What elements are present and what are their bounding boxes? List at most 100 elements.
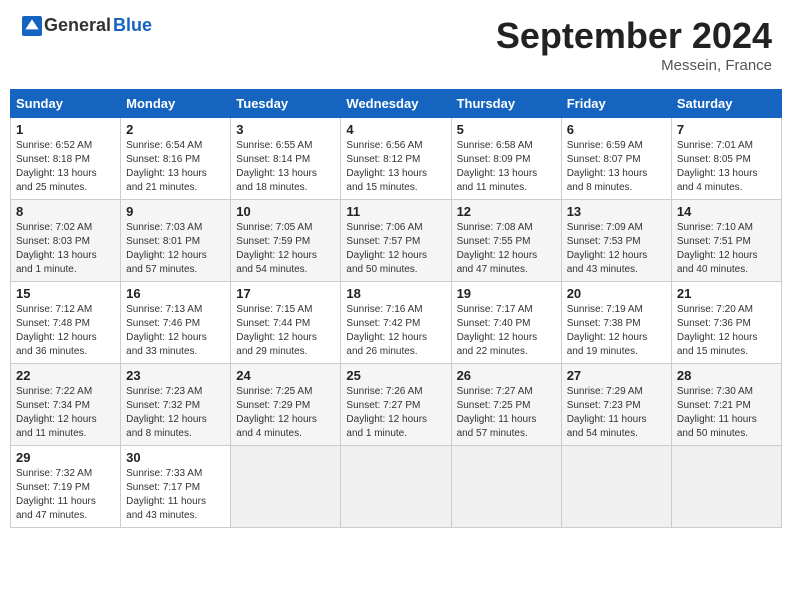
day-number: 23 [126, 368, 225, 383]
day-number: 3 [236, 122, 335, 137]
calendar-week-3: 15 Sunrise: 7:12 AM Sunset: 7:48 PM Dayli… [11, 282, 782, 364]
day-info: Sunrise: 7:03 AM Sunset: 8:01 PM Dayligh… [126, 221, 225, 277]
calendar-week-2: 8 Sunrise: 7:02 AM Sunset: 8:03 PM Daylig… [11, 200, 782, 282]
day-number: 24 [236, 368, 335, 383]
day-info: Sunrise: 7:33 AM Sunset: 7:17 PM Dayligh… [126, 467, 225, 523]
day-number: 20 [567, 286, 666, 301]
day-info: Sunrise: 7:29 AM Sunset: 7:23 PM Dayligh… [567, 385, 666, 441]
day-number: 21 [677, 286, 776, 301]
day-info: Sunrise: 6:58 AM Sunset: 8:09 PM Dayligh… [457, 139, 556, 195]
table-row: 13 Sunrise: 7:09 AM Sunset: 7:53 PM Dayli… [561, 200, 671, 282]
table-row: 29Sunrise: 7:32 AM Sunset: 7:19 PM Dayli… [11, 446, 121, 528]
table-row: 19Sunrise: 7:17 AM Sunset: 7:40 PM Dayli… [451, 282, 561, 364]
day-info: Sunrise: 7:22 AM Sunset: 7:34 PM Dayligh… [16, 385, 115, 441]
table-row: 9 Sunrise: 7:03 AM Sunset: 8:01 PM Daylig… [121, 200, 231, 282]
day-info: Sunrise: 6:52 AM Sunset: 8:18 PM Dayligh… [16, 139, 115, 195]
day-info: Sunrise: 7:10 AM Sunset: 7:51 PM Dayligh… [677, 221, 776, 277]
day-number: 14 [677, 204, 776, 219]
day-info: Sunrise: 7:26 AM Sunset: 7:27 PM Dayligh… [346, 385, 445, 441]
day-info: Sunrise: 7:19 AM Sunset: 7:38 PM Dayligh… [567, 303, 666, 359]
table-row: 10 Sunrise: 7:05 AM Sunset: 7:59 PM Dayli… [231, 200, 341, 282]
day-number: 9 [126, 204, 225, 219]
table-row: 15 Sunrise: 7:12 AM Sunset: 7:48 PM Dayli… [11, 282, 121, 364]
table-row: 30 Sunrise: 7:33 AM Sunset: 7:17 PM Dayli… [121, 446, 231, 528]
day-number: 22 [16, 368, 115, 383]
logo: General Blue [20, 15, 152, 36]
page-header: General Blue September 2024 Messein, Fra… [10, 10, 782, 79]
day-info: Sunrise: 6:54 AM Sunset: 8:16 PM Dayligh… [126, 139, 225, 195]
day-number: 7 [677, 122, 776, 137]
table-row: 27 Sunrise: 7:29 AM Sunset: 7:23 PM Dayli… [561, 364, 671, 446]
table-row: 23 Sunrise: 7:23 AM Sunset: 7:32 PM Dayli… [121, 364, 231, 446]
title-section: September 2024 Messein, France [496, 15, 772, 74]
day-number: 29 [16, 450, 115, 465]
day-number: 16 [126, 286, 225, 301]
table-row: 21 Sunrise: 7:20 AM Sunset: 7:36 PM Dayli… [671, 282, 781, 364]
table-row [231, 446, 341, 528]
table-row [561, 446, 671, 528]
calendar-table: Sunday Monday Tuesday Wednesday Thursday… [10, 89, 782, 528]
table-row: 12Sunrise: 7:08 AM Sunset: 7:55 PM Dayli… [451, 200, 561, 282]
day-number: 8 [16, 204, 115, 219]
day-number: 2 [126, 122, 225, 137]
table-row: 4 Sunrise: 6:56 AM Sunset: 8:12 PM Daylig… [341, 118, 451, 200]
table-row [341, 446, 451, 528]
table-row: 1 Sunrise: 6:52 AM Sunset: 8:18 PM Daylig… [11, 118, 121, 200]
table-row: 2 Sunrise: 6:54 AM Sunset: 8:16 PM Daylig… [121, 118, 231, 200]
day-info: Sunrise: 7:30 AM Sunset: 7:21 PM Dayligh… [677, 385, 776, 441]
col-friday: Friday [561, 90, 671, 118]
day-info: Sunrise: 7:02 AM Sunset: 8:03 PM Dayligh… [16, 221, 115, 277]
table-row: 28Sunrise: 7:30 AM Sunset: 7:21 PM Dayli… [671, 364, 781, 446]
month-title: September 2024 [496, 15, 772, 57]
table-row: 25Sunrise: 7:26 AM Sunset: 7:27 PM Dayli… [341, 364, 451, 446]
col-monday: Monday [121, 90, 231, 118]
day-info: Sunrise: 6:56 AM Sunset: 8:12 PM Dayligh… [346, 139, 445, 195]
table-row: 6Sunrise: 6:59 AM Sunset: 8:07 PM Daylig… [561, 118, 671, 200]
day-number: 15 [16, 286, 115, 301]
table-row: 20 Sunrise: 7:19 AM Sunset: 7:38 PM Dayli… [561, 282, 671, 364]
col-sunday: Sunday [11, 90, 121, 118]
day-number: 18 [346, 286, 445, 301]
day-number: 4 [346, 122, 445, 137]
table-row: 8 Sunrise: 7:02 AM Sunset: 8:03 PM Daylig… [11, 200, 121, 282]
day-info: Sunrise: 7:23 AM Sunset: 7:32 PM Dayligh… [126, 385, 225, 441]
day-info: Sunrise: 7:12 AM Sunset: 7:48 PM Dayligh… [16, 303, 115, 359]
day-number: 10 [236, 204, 335, 219]
day-info: Sunrise: 7:06 AM Sunset: 7:57 PM Dayligh… [346, 221, 445, 277]
day-number: 30 [126, 450, 225, 465]
day-number: 5 [457, 122, 556, 137]
logo-general-text: General [44, 15, 111, 36]
table-row [451, 446, 561, 528]
table-row: 16 Sunrise: 7:13 AM Sunset: 7:46 PM Dayli… [121, 282, 231, 364]
day-number: 17 [236, 286, 335, 301]
day-info: Sunrise: 7:17 AM Sunset: 7:40 PM Dayligh… [457, 303, 556, 359]
calendar-week-4: 22 Sunrise: 7:22 AM Sunset: 7:34 PM Dayli… [11, 364, 782, 446]
col-thursday: Thursday [451, 90, 561, 118]
table-row: 7 Sunrise: 7:01 AM Sunset: 8:05 PM Daylig… [671, 118, 781, 200]
table-row: 22 Sunrise: 7:22 AM Sunset: 7:34 PM Dayli… [11, 364, 121, 446]
day-number: 1 [16, 122, 115, 137]
col-tuesday: Tuesday [231, 90, 341, 118]
table-row: 14 Sunrise: 7:10 AM Sunset: 7:51 PM Dayli… [671, 200, 781, 282]
day-info: Sunrise: 7:15 AM Sunset: 7:44 PM Dayligh… [236, 303, 335, 359]
day-info: Sunrise: 7:05 AM Sunset: 7:59 PM Dayligh… [236, 221, 335, 277]
day-number: 6 [567, 122, 666, 137]
day-info: Sunrise: 7:01 AM Sunset: 8:05 PM Dayligh… [677, 139, 776, 195]
day-number: 13 [567, 204, 666, 219]
day-info: Sunrise: 7:13 AM Sunset: 7:46 PM Dayligh… [126, 303, 225, 359]
calendar-week-5: 29Sunrise: 7:32 AM Sunset: 7:19 PM Dayli… [11, 446, 782, 528]
logo-icon [22, 16, 42, 36]
day-number: 27 [567, 368, 666, 383]
day-number: 11 [346, 204, 445, 219]
calendar-header-row: Sunday Monday Tuesday Wednesday Thursday… [11, 90, 782, 118]
day-info: Sunrise: 7:20 AM Sunset: 7:36 PM Dayligh… [677, 303, 776, 359]
table-row: 26Sunrise: 7:27 AM Sunset: 7:25 PM Dayli… [451, 364, 561, 446]
table-row: 24 Sunrise: 7:25 AM Sunset: 7:29 PM Dayli… [231, 364, 341, 446]
table-row: 17 Sunrise: 7:15 AM Sunset: 7:44 PM Dayli… [231, 282, 341, 364]
day-info: Sunrise: 7:16 AM Sunset: 7:42 PM Dayligh… [346, 303, 445, 359]
day-info: Sunrise: 7:09 AM Sunset: 7:53 PM Dayligh… [567, 221, 666, 277]
table-row: 18 Sunrise: 7:16 AM Sunset: 7:42 PM Dayli… [341, 282, 451, 364]
col-wednesday: Wednesday [341, 90, 451, 118]
day-info: Sunrise: 7:25 AM Sunset: 7:29 PM Dayligh… [236, 385, 335, 441]
day-info: Sunrise: 6:55 AM Sunset: 8:14 PM Dayligh… [236, 139, 335, 195]
